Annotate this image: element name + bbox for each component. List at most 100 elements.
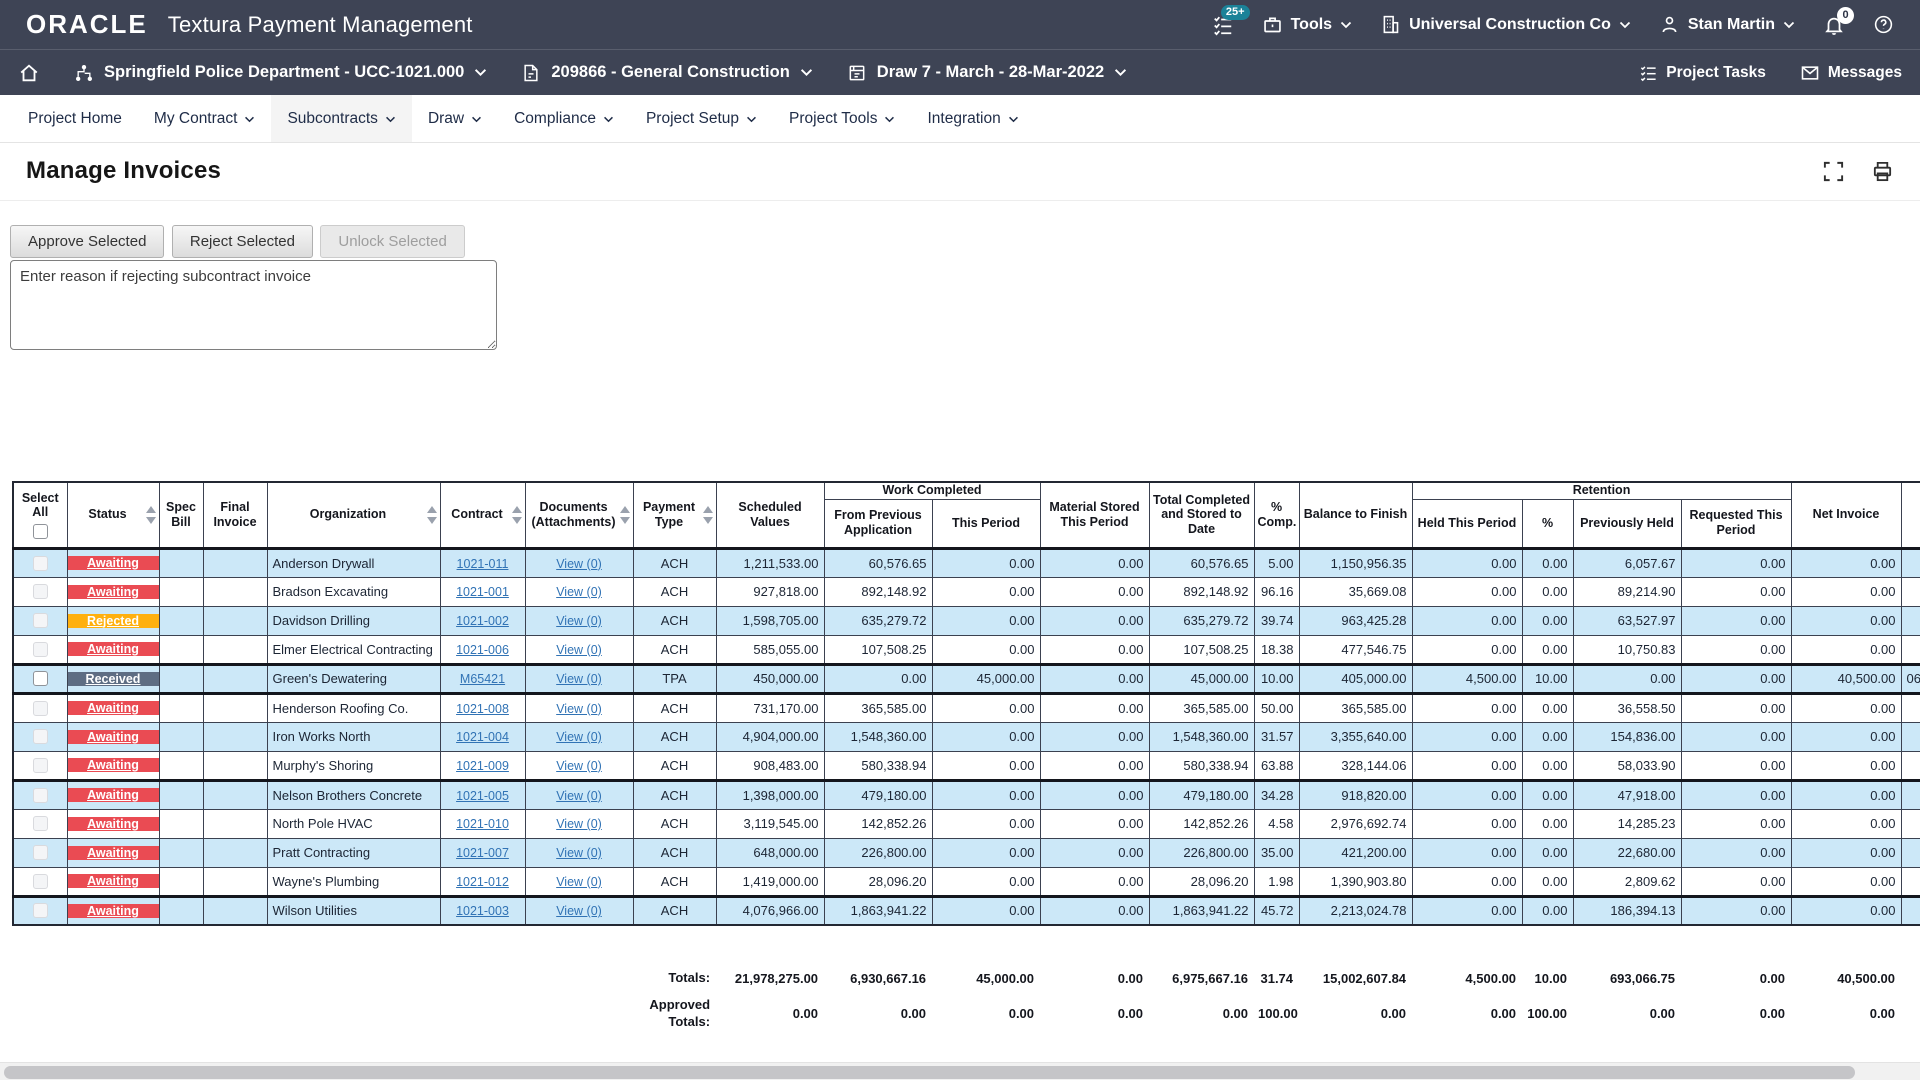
sort-arrows-icon[interactable] [703, 506, 713, 524]
cell-total_completed: 28,096.20 [1149, 867, 1254, 896]
cell-date_submitted [1901, 896, 1920, 925]
documents-link[interactable]: View (0) [556, 846, 602, 860]
documents-link[interactable]: View (0) [556, 557, 602, 571]
documents-link[interactable]: View (0) [556, 817, 602, 831]
tasks-menu-button[interactable]: 25+ [1212, 14, 1234, 36]
status-badge[interactable]: Awaiting [68, 788, 159, 802]
status-badge[interactable]: Awaiting [68, 701, 159, 715]
documents-link[interactable]: View (0) [556, 875, 602, 889]
total-ret_req: 0.00 [1680, 964, 1790, 993]
draw-selector[interactable]: Draw 7 - March - 28-Mar-2022 [847, 63, 1127, 83]
nav-draw[interactable]: Draw [412, 95, 498, 142]
messages-button[interactable]: Messages [1800, 63, 1902, 83]
status-badge[interactable]: Awaiting [68, 904, 159, 918]
status-badge[interactable]: Awaiting [68, 556, 159, 570]
user-menu[interactable]: Stan Martin [1659, 14, 1795, 35]
cell-ret_req: 0.00 [1681, 664, 1791, 693]
contract-link[interactable]: 1021-001 [456, 585, 509, 599]
reject-selected-button[interactable]: Reject Selected [172, 225, 313, 258]
status-badge[interactable]: Awaiting [68, 585, 159, 599]
contract-link[interactable]: 1021-002 [456, 614, 509, 628]
contract-link[interactable]: 1021-010 [456, 817, 509, 831]
status-badge[interactable]: Received [68, 672, 159, 686]
status-badge[interactable]: Awaiting [68, 874, 159, 888]
col-status[interactable]: Status [67, 482, 159, 548]
home-button[interactable] [18, 62, 40, 84]
cell-wc_previous: 28,096.20 [824, 867, 932, 896]
cell-status: Rejected [67, 606, 159, 635]
select-all-checkbox[interactable] [33, 524, 48, 539]
cell-wc_this: 0.00 [932, 751, 1040, 780]
nav-my-contract[interactable]: My Contract [138, 95, 272, 142]
project-tasks-button[interactable]: Project Tasks [1639, 63, 1766, 82]
scrollbar-thumb[interactable] [4, 1066, 1855, 1079]
action-buttons: Approve Selected Reject Selected Unlock … [10, 225, 1920, 258]
help-button[interactable] [1873, 14, 1894, 35]
col-organization[interactable]: Organization [267, 482, 440, 548]
documents-link[interactable]: View (0) [556, 730, 602, 744]
totals-table: Totals:21,978,275.006,930,667.1645,000.0… [12, 964, 1920, 1035]
project-selector[interactable]: Springfield Police Department - UCC-1021… [74, 63, 487, 83]
notifications-button[interactable]: 0 [1823, 14, 1845, 36]
table-row: AwaitingWilson Utilities1021-003View (0)… [13, 896, 1920, 925]
nav-project-tools[interactable]: Project Tools [773, 95, 911, 142]
table-row: AwaitingMurphy's Shoring1021-009View (0)… [13, 751, 1920, 780]
contract-link[interactable]: 1021-005 [456, 789, 509, 803]
home-icon [18, 62, 40, 84]
documents-link[interactable]: View (0) [556, 789, 602, 803]
approve-selected-button[interactable]: Approve Selected [10, 225, 164, 258]
documents-link[interactable]: View (0) [556, 614, 602, 628]
documents-link[interactable]: View (0) [556, 702, 602, 716]
cell-date_submitted [1901, 577, 1920, 606]
nav-project-setup[interactable]: Project Setup [630, 95, 773, 142]
cell-balance: 3,355,640.00 [1299, 722, 1412, 751]
sort-arrows-icon[interactable] [512, 506, 522, 524]
cell-final_invoice [203, 867, 267, 896]
tools-menu[interactable]: Tools [1262, 14, 1352, 35]
cell-final_invoice [203, 896, 267, 925]
reject-reason-input[interactable] [10, 260, 497, 350]
status-badge[interactable]: Rejected [68, 614, 159, 628]
status-badge[interactable]: Awaiting [68, 846, 159, 860]
status-badge[interactable]: Awaiting [68, 758, 159, 772]
col-payment-type[interactable]: Payment Type [633, 482, 716, 548]
nav-project-home[interactable]: Project Home [12, 95, 138, 142]
contract-link[interactable]: 1021-012 [456, 875, 509, 889]
contract-link[interactable]: 1021-007 [456, 846, 509, 860]
documents-link[interactable]: View (0) [556, 904, 602, 918]
documents-link[interactable]: View (0) [556, 643, 602, 657]
cell-ret_req: 0.00 [1681, 722, 1791, 751]
nav-subcontracts[interactable]: Subcontracts [271, 95, 411, 142]
company-menu[interactable]: Universal Construction Co [1380, 14, 1631, 35]
documents-link[interactable]: View (0) [556, 672, 602, 686]
cell-documents: View (0) [525, 577, 633, 606]
contract-link[interactable]: 1021-006 [456, 643, 509, 657]
contract-selector[interactable]: 209866 - General Construction [521, 63, 812, 83]
row-checkbox[interactable] [33, 671, 48, 686]
status-badge[interactable]: Awaiting [68, 817, 159, 831]
contract-link[interactable]: 1021-004 [456, 730, 509, 744]
col-documents[interactable]: Documents (Attachments) [525, 482, 633, 548]
contract-link[interactable]: M65421 [460, 672, 505, 686]
contract-link[interactable]: 1021-011 [457, 557, 509, 571]
contract-link[interactable]: 1021-009 [456, 759, 509, 773]
horizontal-scrollbar[interactable] [0, 1062, 1920, 1080]
fullscreen-icon[interactable] [1822, 160, 1845, 183]
documents-link[interactable]: View (0) [556, 585, 602, 599]
status-badge[interactable]: Awaiting [68, 730, 159, 744]
contract-link[interactable]: 1021-003 [456, 904, 509, 918]
cell-status: Awaiting [67, 577, 159, 606]
status-badge[interactable]: Awaiting [68, 642, 159, 656]
unlock-selected-button[interactable]: Unlock Selected [320, 225, 464, 258]
cell-net_invoice: 0.00 [1791, 809, 1901, 838]
documents-link[interactable]: View (0) [556, 759, 602, 773]
invoice-table-region: Select All Status Spec Bill Final Invoic… [12, 481, 1920, 1035]
col-contract[interactable]: Contract [440, 482, 525, 548]
print-icon[interactable] [1871, 160, 1894, 183]
sort-arrows-icon[interactable] [620, 506, 630, 524]
nav-integration[interactable]: Integration [911, 95, 1034, 142]
contract-link[interactable]: 1021-008 [456, 702, 509, 716]
sort-arrows-icon[interactable] [427, 506, 437, 524]
nav-compliance[interactable]: Compliance [498, 95, 630, 142]
sort-arrows-icon[interactable] [146, 506, 156, 524]
